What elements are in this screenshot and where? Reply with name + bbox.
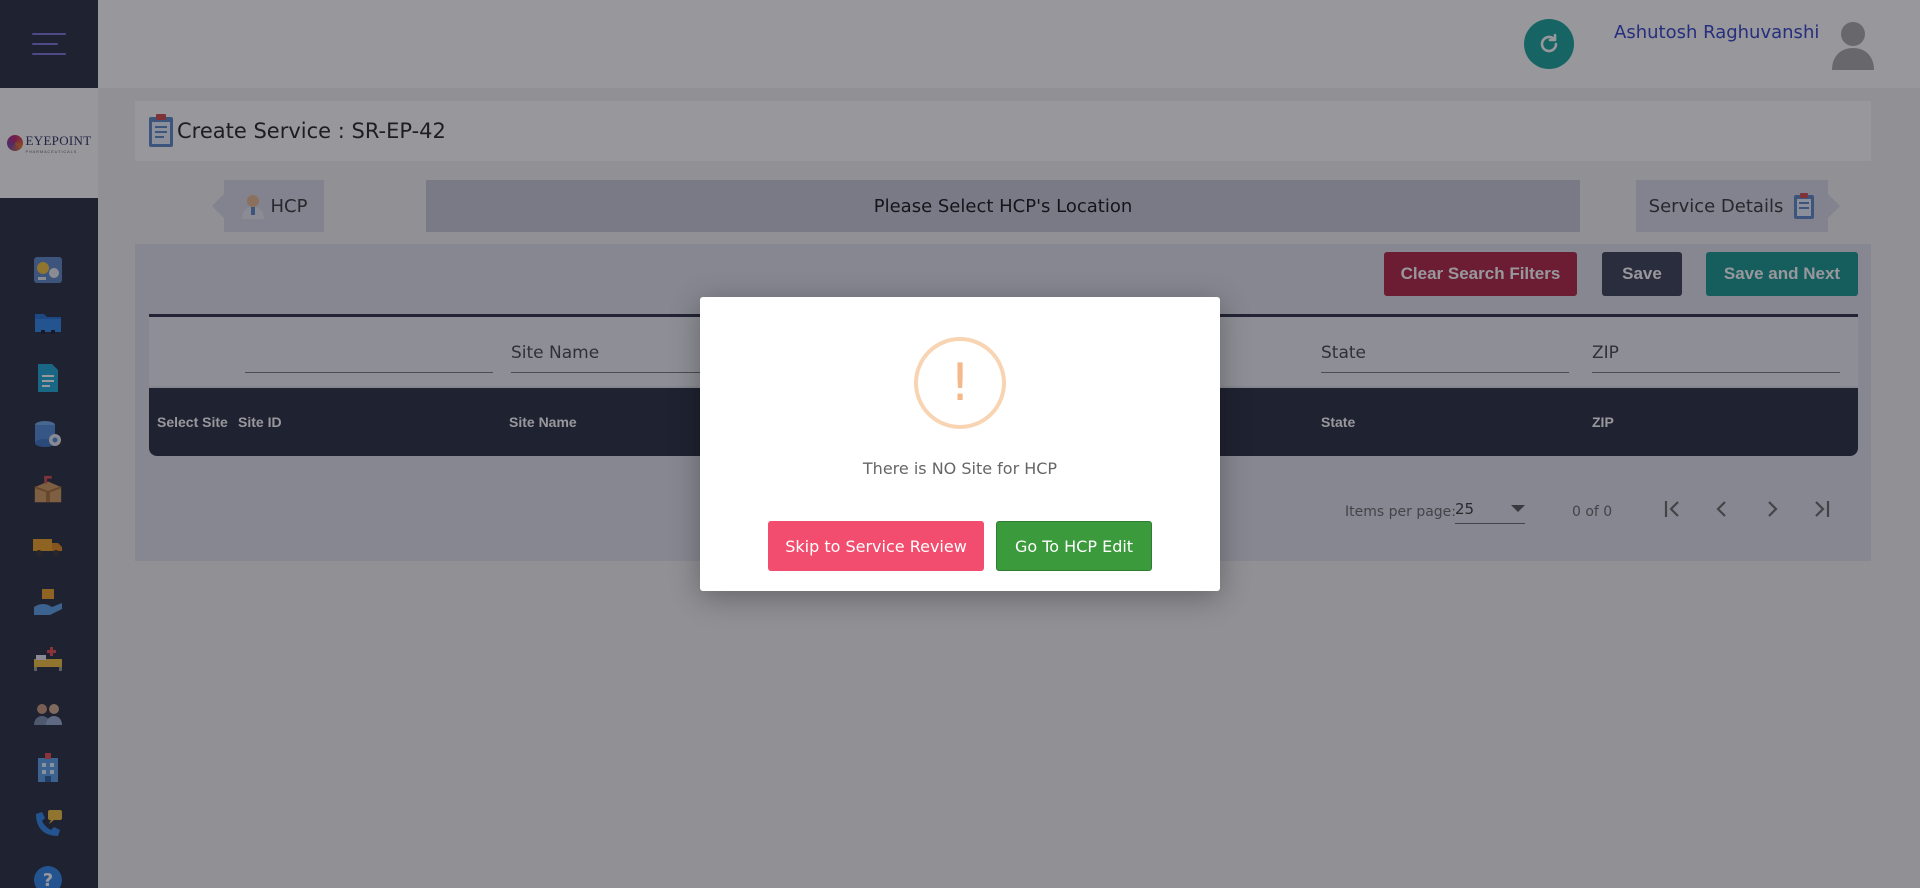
- go-to-hcp-edit-button[interactable]: Go To HCP Edit: [996, 521, 1152, 571]
- dialog-message: There is NO Site for HCP: [862, 459, 1058, 478]
- skip-to-service-review-button[interactable]: Skip to Service Review: [768, 521, 984, 571]
- warning-icon: !: [914, 337, 1006, 429]
- warning-icon-glyph: !: [949, 353, 971, 413]
- no-site-dialog: ! There is NO Site for HCP Skip to Servi…: [700, 297, 1220, 591]
